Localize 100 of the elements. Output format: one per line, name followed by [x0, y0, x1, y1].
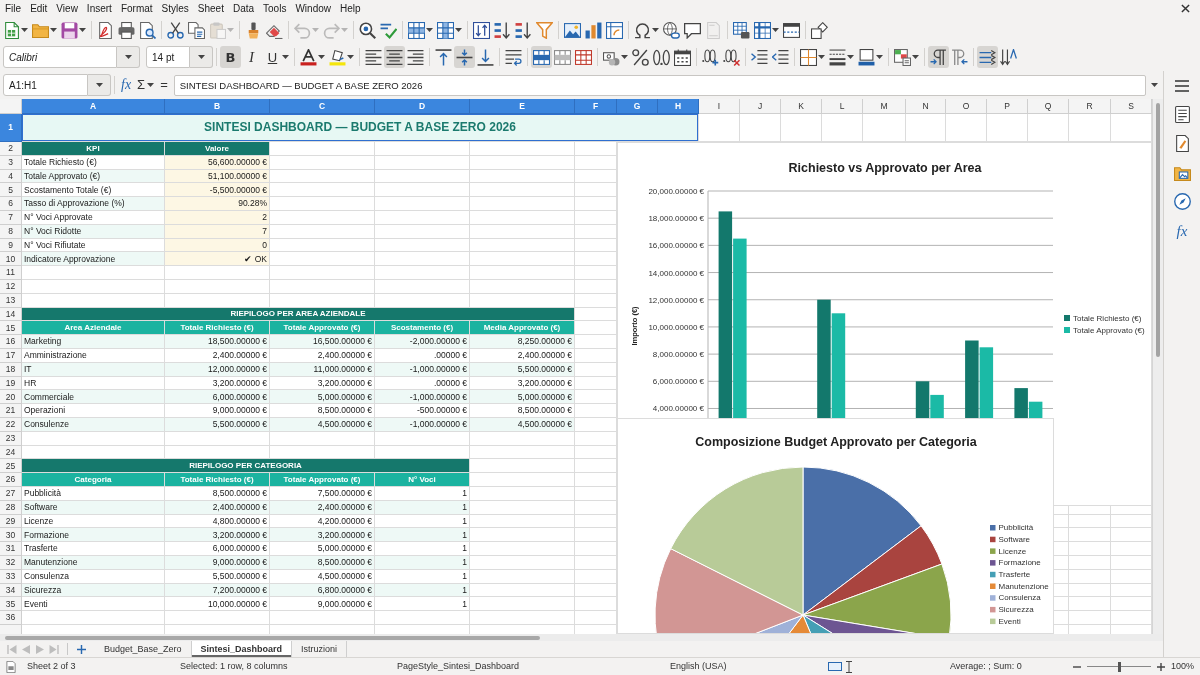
zoom-out-button[interactable] — [1071, 665, 1083, 668]
column-header[interactable]: D — [375, 99, 470, 114]
italic-button[interactable]: I — [241, 46, 262, 68]
menu-item[interactable]: File — [0, 0, 26, 17]
sort-button[interactable] — [471, 19, 492, 41]
border-style-button[interactable] — [827, 46, 856, 68]
column-header[interactable]: M — [863, 99, 906, 114]
font-name-field[interactable]: Calibri — [3, 46, 117, 68]
cut-button[interactable] — [165, 19, 186, 41]
close-button[interactable] — [1181, 4, 1190, 13]
caret-icon — [347, 55, 354, 59]
formula-input[interactable]: SINTESI DASHBOARD — BUDGET A BASE ZERO 2026 — [173, 74, 1146, 96]
conditional-format-button[interactable] — [892, 46, 921, 68]
scrollbar-thumb[interactable] — [1156, 103, 1160, 357]
border-color-button[interactable] — [856, 46, 885, 68]
align-middle-icon — [456, 48, 473, 66]
dropdown-button[interactable] — [190, 46, 213, 68]
row-header[interactable]: 6 — [0, 197, 22, 211]
column-header[interactable]: R — [1069, 99, 1111, 114]
column-header[interactable]: J — [740, 99, 781, 114]
row-header[interactable]: 26 — [0, 473, 22, 487]
copy-button[interactable] — [186, 19, 207, 41]
pivot-table-button[interactable] — [604, 19, 625, 41]
column-header[interactable]: F — [575, 99, 617, 114]
table-cell: 1 — [375, 528, 470, 543]
column-header[interactable]: N — [906, 99, 946, 114]
dropdown-button[interactable] — [117, 46, 140, 68]
zeros-cross-icon — [723, 48, 740, 66]
menu-item[interactable]: Tools — [258, 0, 291, 17]
add-sheet-button[interactable] — [74, 644, 89, 654]
vertical-scrollbar[interactable] — [1152, 99, 1163, 634]
bold-button[interactable]: B — [220, 46, 241, 68]
menu-item[interactable]: Styles — [157, 0, 194, 17]
column-header[interactable]: B — [165, 99, 270, 114]
menu-item[interactable]: View — [51, 0, 83, 17]
print-button[interactable] — [116, 19, 137, 41]
row-header[interactable]: 21 — [0, 404, 22, 418]
selection-sum: Average: ; Sum: 0 — [950, 661, 1022, 672]
menu-item[interactable]: Format — [116, 0, 158, 17]
scrollbar-thumb[interactable] — [5, 635, 540, 640]
column-header[interactable]: O — [946, 99, 987, 114]
zoom-in-button[interactable] — [1155, 662, 1167, 671]
add-decimal-button[interactable] — [700, 46, 721, 68]
font-color-button[interactable] — [298, 46, 327, 68]
sheet-tab[interactable]: Istruzioni — [292, 641, 348, 657]
delete-decimal-button[interactable] — [721, 46, 742, 68]
row-header[interactable]: 36 — [0, 611, 22, 625]
column-button[interactable] — [435, 19, 464, 41]
font-size-field[interactable]: 14 pt — [146, 46, 190, 68]
menu-item[interactable]: Insert — [82, 0, 117, 17]
column-header[interactable]: K — [781, 99, 822, 114]
print-preview-button[interactable] — [137, 19, 158, 41]
underline-button[interactable]: U — [262, 46, 291, 68]
formula-button[interactable]: = — [157, 74, 171, 96]
right-to-left-button[interactable] — [949, 46, 970, 68]
hyperlink-button[interactable] — [661, 19, 682, 41]
menu-item[interactable]: Edit — [25, 0, 52, 17]
menu-item[interactable]: Window — [290, 0, 336, 17]
row-header[interactable]: 11 — [0, 266, 22, 280]
percent-format-button[interactable] — [630, 46, 651, 68]
column-header[interactable]: Q — [1028, 99, 1069, 114]
menu-item[interactable]: Data — [228, 0, 259, 17]
column-header[interactable]: L — [822, 99, 863, 114]
column-header[interactable]: I — [699, 99, 740, 114]
column-header[interactable]: C — [270, 99, 375, 114]
dropdown-button[interactable] — [88, 74, 111, 96]
row-header[interactable]: 1 — [0, 114, 22, 142]
horizontal-text-button[interactable] — [977, 46, 998, 68]
align-top-button[interactable] — [433, 46, 454, 68]
row-button[interactable] — [406, 19, 435, 41]
merge-center-button[interactable] — [531, 46, 552, 68]
freeze-button[interactable] — [752, 19, 781, 41]
name-box-field[interactable]: A1:H1 — [3, 74, 88, 96]
sheet-tab[interactable]: Sintesi_Dashboard — [191, 641, 293, 657]
print-area-button[interactable] — [731, 19, 752, 41]
row-header[interactable]: 2 — [0, 142, 22, 156]
sheet-tab[interactable]: Budget_Base_Zero — [95, 641, 192, 657]
sheet-count: Sheet 2 of 3 — [27, 661, 76, 672]
column-header[interactable]: S — [1111, 99, 1152, 114]
align-middle-button[interactable] — [454, 46, 475, 68]
row-header[interactable]: 31 — [0, 542, 22, 556]
column-header[interactable]: A — [22, 99, 165, 114]
column-header[interactable]: G — [617, 99, 658, 114]
column-header[interactable]: E — [470, 99, 575, 114]
zoom-slider-thumb[interactable] — [1117, 661, 1121, 672]
menu-item[interactable]: Help — [335, 0, 366, 17]
sum-button[interactable]: Σ — [134, 74, 158, 96]
menu-item[interactable]: Sheet — [193, 0, 229, 17]
horizontal-scrollbar[interactable] — [0, 634, 1163, 641]
menu-icon — [1174, 77, 1190, 94]
column-header[interactable]: H — [658, 99, 699, 114]
row-header[interactable]: 16 — [0, 335, 22, 349]
align-center-button[interactable] — [384, 46, 405, 68]
left-to-right-button[interactable] — [928, 46, 949, 68]
functions-button[interactable]: fx — [1167, 216, 1197, 245]
borders-button[interactable] — [798, 46, 827, 68]
function-wizard-button[interactable]: fx — [118, 74, 135, 96]
shapes-button[interactable] — [809, 19, 830, 41]
vertical-text-button[interactable] — [998, 46, 1019, 68]
column-header[interactable]: P — [987, 99, 1028, 114]
